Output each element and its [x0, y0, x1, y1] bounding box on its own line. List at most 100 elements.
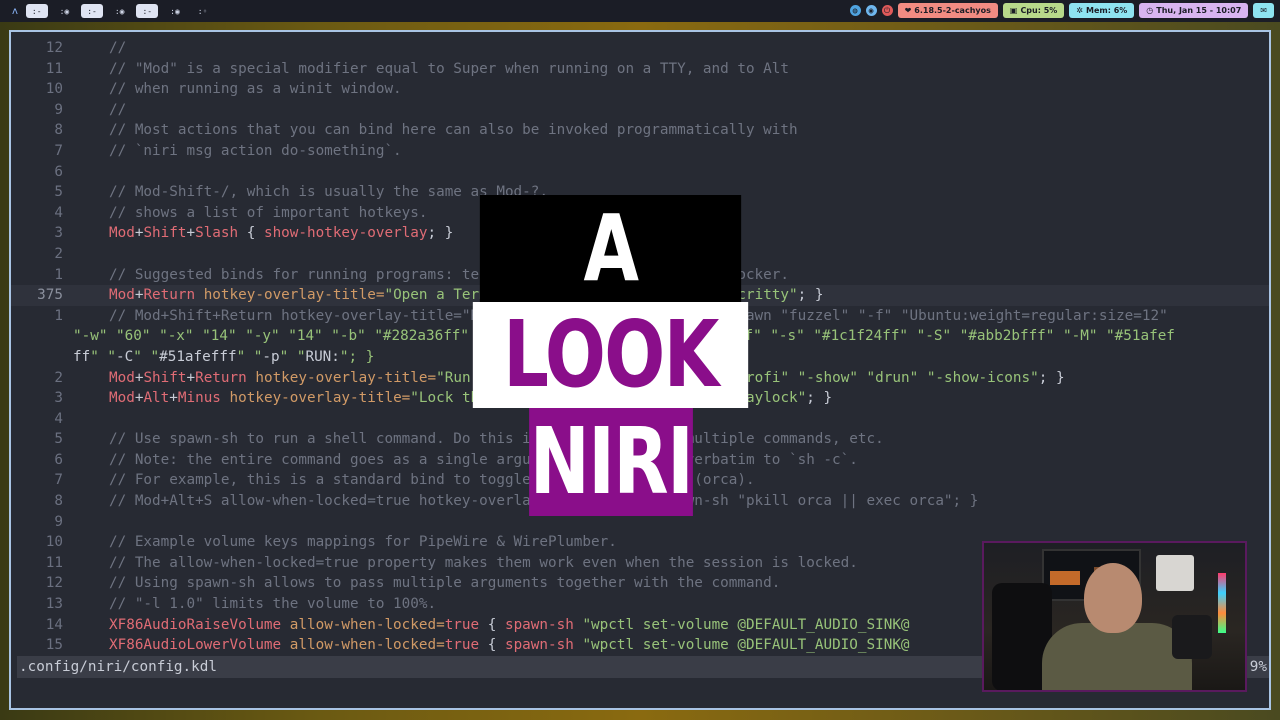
code-line[interactable]: 7 // For example, this is a standard bind… [11, 470, 1269, 491]
line-number: 9 [54, 101, 63, 118]
heart-icon: ❤ [904, 6, 912, 15]
workspace-list: :- :◉ :- :◉ :- :◉ :◦ [25, 4, 214, 18]
line-text: XF86AudioLowerVolume allow-when-locked=t… [109, 637, 910, 654]
line-number: 7 [54, 142, 63, 159]
line-number: 1 [54, 266, 63, 283]
line-number: 5 [54, 184, 63, 201]
line-text: // Mod+Alt+S allow-when-locked=true hotk… [109, 493, 979, 510]
line-text: ff" "-C" "#51afefff" "-p" "RUN:"; } [73, 348, 375, 365]
line-text: // [109, 101, 127, 118]
clock-icon: ◷ [1146, 6, 1154, 15]
code-line[interactable]: "-w" "60" "-x" "14" "-y" "14" "-b" "#282… [11, 326, 1269, 347]
code-line[interactable]: 3 Mod+Shift+Slash { show-hotkey-overlay; … [11, 223, 1269, 244]
line-number: 2 [54, 369, 63, 386]
code-line[interactable]: 6 // Note: the entire command goes as a s… [11, 450, 1269, 471]
line-text: // when running as a winit window. [109, 81, 402, 98]
line-number: 3 [54, 225, 63, 242]
workspace-button[interactable]: :◉ [54, 4, 76, 18]
line-text: // shows a list of important hotkeys. [109, 204, 428, 221]
line-number: 6 [54, 451, 63, 468]
memory-badge: ✲ Mem: 6% [1069, 3, 1135, 18]
line-number: 11 [45, 60, 63, 77]
code-line[interactable]: 1 // Suggested binds for running programs… [11, 265, 1269, 286]
presenter-head [1084, 563, 1142, 633]
workspace-button[interactable]: :◉ [164, 4, 186, 18]
kernel-badge: ❤ 6.18.5-2-cachyos [897, 3, 998, 18]
line-text: // Most actions that you can bind here c… [109, 122, 798, 139]
workspace-button[interactable]: :- [25, 4, 48, 18]
workspace-button[interactable]: :◉ [109, 4, 131, 18]
line-text: "-w" "60" "-x" "14" "-y" "14" "-b" "#282… [73, 328, 1175, 345]
code-line[interactable]: ff" "-C" "#51afefff" "-p" "RUN:"; } [11, 347, 1269, 368]
line-number: 7 [54, 472, 63, 489]
workspace-button[interactable]: :◦ [192, 4, 214, 18]
app-tray-icon[interactable]: ◉ [865, 5, 877, 16]
distro-logo-icon[interactable]: ᴧ [12, 6, 18, 17]
memory-icon: ✲ [1076, 6, 1083, 15]
code-line[interactable]: 5 // Use spawn-sh to run a shell command.… [11, 429, 1269, 450]
line-number: 8 [54, 493, 63, 510]
cpu-usage: Cpu: 5% [1020, 6, 1058, 15]
line-number: 375 [37, 287, 63, 304]
code-line[interactable]: 9 [11, 512, 1269, 533]
line-text: // Mod-Shift-/, which is usually the sam… [109, 184, 548, 201]
file-path: .config/niri/config.kdl [19, 659, 217, 675]
code-line[interactable]: 375 Mod+Return hotkey-overlay-title="Open… [11, 285, 1269, 306]
code-line[interactable]: 8 // Mod+Alt+S allow-when-locked=true hot… [11, 491, 1269, 512]
code-line[interactable]: 11 // "Mod" is a special modifier equal t… [11, 59, 1269, 80]
line-text: Mod+Shift+Slash { show-hotkey-overlay; } [109, 225, 454, 242]
line-number: 14 [45, 616, 63, 633]
workspace-button[interactable]: :- [136, 4, 159, 18]
background-light [1050, 571, 1080, 585]
line-text: // Use spawn-sh to run a shell command. … [109, 431, 884, 448]
code-line[interactable]: 2 Mod+Shift+Return hotkey-overlay-title="… [11, 368, 1269, 389]
line-number: 1 [54, 307, 63, 324]
code-line[interactable]: 4 [11, 409, 1269, 430]
system-tray: ◍ ◉ ⏻ ❤ 6.18.5-2-cachyos ▣ Cpu: 5% ✲ Mem… [849, 3, 1274, 18]
code-line[interactable]: 5 // Mod-Shift-/, which is usually the sa… [11, 182, 1269, 203]
line-text: // "Mod" is a special modifier equal to … [109, 60, 789, 77]
line-number: 5 [54, 431, 63, 448]
line-number: 13 [45, 596, 63, 613]
presenter-body [1042, 623, 1192, 690]
clock-text: Thu, Jan 15 - 10:07 [1156, 6, 1242, 15]
line-text: // Using spawn-sh allows to pass multipl… [109, 575, 781, 592]
line-number: 15 [45, 637, 63, 654]
scroll-percent: 9% [1249, 659, 1267, 675]
webcam-overlay [982, 541, 1247, 692]
line-number: 11 [45, 554, 63, 571]
line-number: 9 [54, 513, 63, 530]
line-number: 10 [45, 81, 63, 98]
line-text: Mod+Shift+Return hotkey-overlay-title="R… [109, 369, 1065, 386]
network-icon[interactable]: ◍ [849, 5, 861, 16]
line-text: Mod+Return hotkey-overlay-title="Open a … [109, 287, 824, 304]
code-line[interactable]: 1 // Mod+Shift+Return hotkey-overlay-titl… [11, 306, 1269, 327]
code-line[interactable]: 9 // [11, 100, 1269, 121]
rgb-led-strip [1218, 573, 1226, 633]
code-line[interactable]: 8 // Most actions that you can bind here … [11, 120, 1269, 141]
wall-plaque [1156, 555, 1194, 591]
code-line[interactable]: 2 [11, 244, 1269, 265]
notification-icon: ✉ [1260, 6, 1267, 15]
clock-badge[interactable]: ◷ Thu, Jan 15 - 10:07 [1139, 3, 1249, 18]
microphone [1172, 615, 1212, 659]
line-text: // `niri msg action do-something`. [109, 142, 402, 159]
power-icon[interactable]: ⏻ [881, 5, 893, 16]
code-line[interactable]: 12 // [11, 38, 1269, 59]
code-line[interactable]: 10 // when running as a winit window. [11, 79, 1269, 100]
line-text: // Mod+Shift+Return hotkey-overlay-title… [109, 307, 1168, 324]
code-line[interactable]: 6 [11, 162, 1269, 183]
workspace-button[interactable]: :- [81, 4, 103, 18]
line-text: // For example, this is a standard bind … [109, 472, 755, 489]
line-number: 10 [45, 534, 63, 551]
code-line[interactable]: 3 Mod+Alt+Minus hotkey-overlay-title="Loc… [11, 388, 1269, 409]
notification-button[interactable]: ✉ [1253, 3, 1274, 18]
line-number: 8 [54, 122, 63, 139]
code-line[interactable]: 4 // shows a list of important hotkeys. [11, 203, 1269, 224]
line-number: 4 [54, 410, 63, 427]
code-line[interactable]: 7 // `niri msg action do-something`. [11, 141, 1269, 162]
line-number: 4 [54, 204, 63, 221]
cpu-icon: ▣ [1009, 6, 1018, 15]
line-text: XF86AudioRaiseVolume allow-when-locked=t… [109, 616, 910, 633]
line-number: 2 [54, 245, 63, 262]
